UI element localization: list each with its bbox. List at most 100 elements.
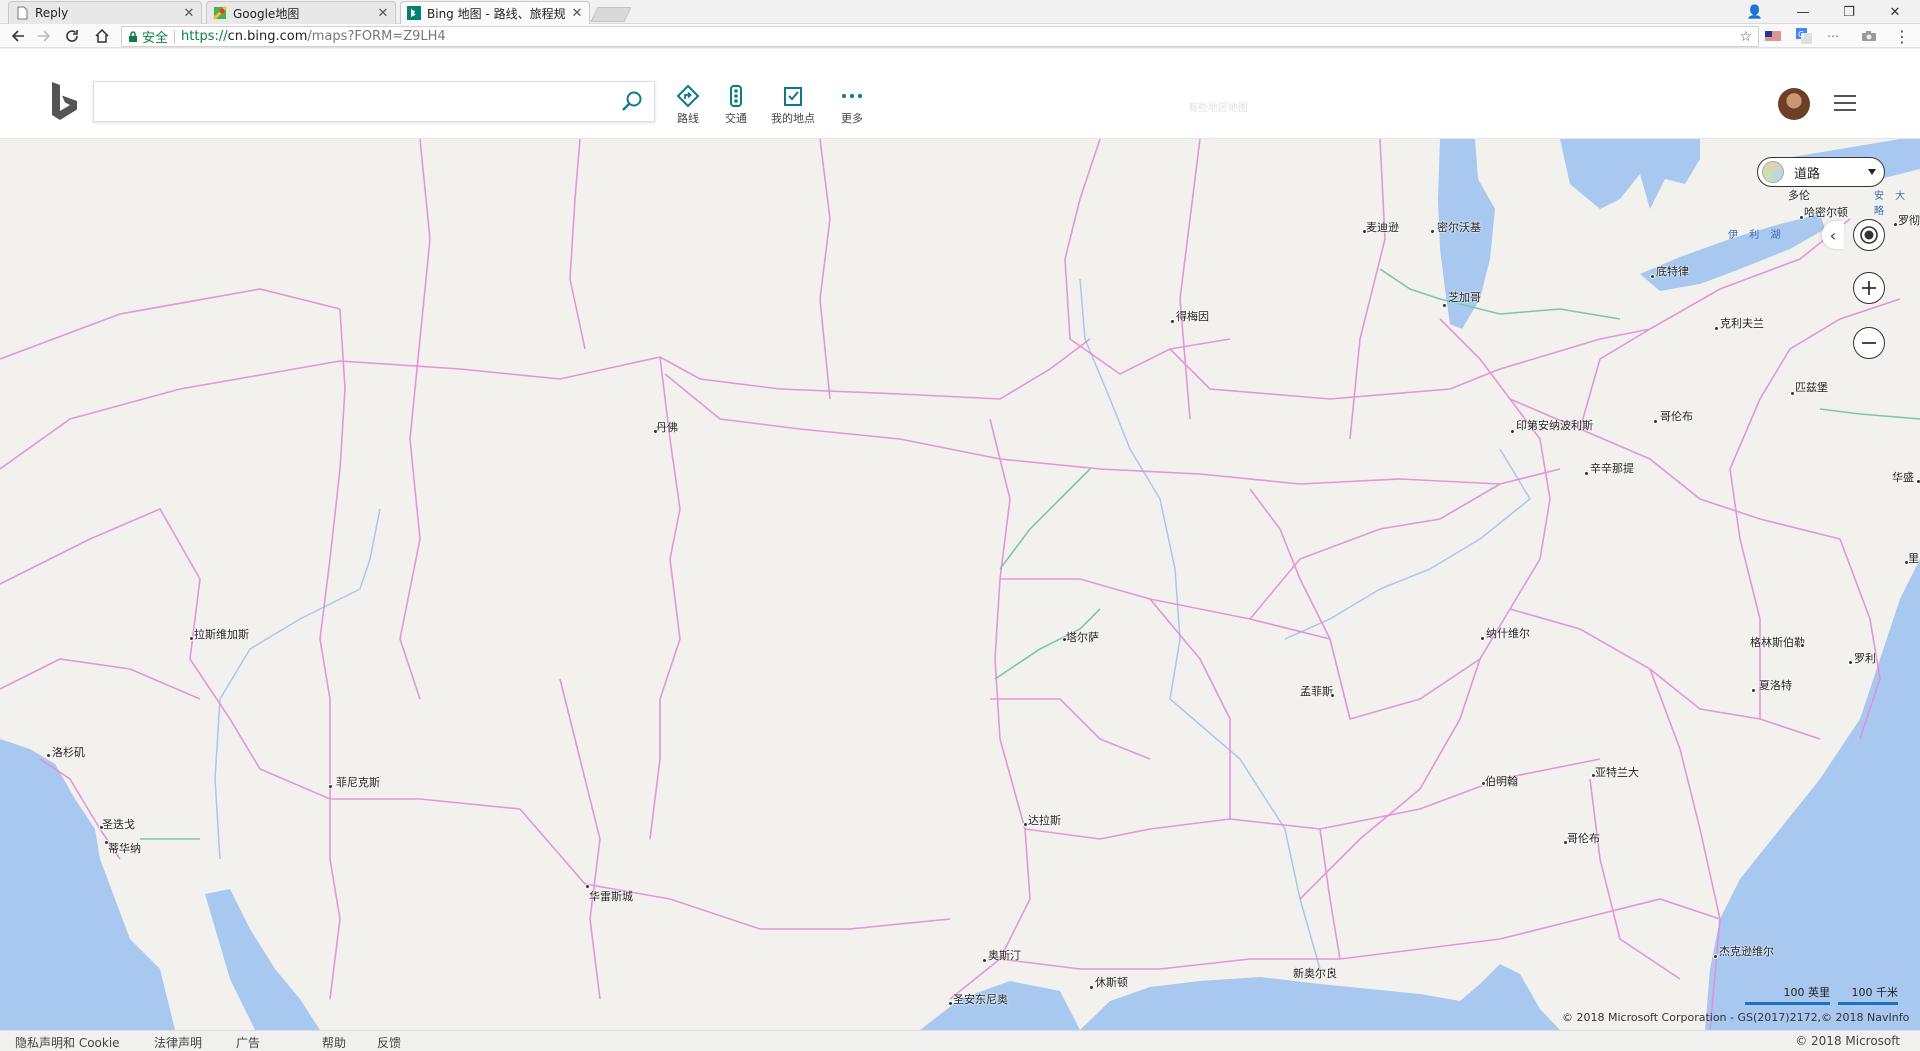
flag-extension-icon[interactable]	[1764, 27, 1782, 45]
city-label[interactable]: 罗利	[1848, 650, 1876, 666]
city-label[interactable]: 纳什维尔	[1480, 625, 1530, 641]
city-label[interactable]: 亚特兰大	[1591, 764, 1639, 780]
city-name: 罗利	[1854, 652, 1876, 665]
map-canvas[interactable]: 丹佛 拉斯维加斯 洛杉矶 圣迭戈 蒂华纳 菲尼克斯 华雷斯城 塔尔萨 达拉斯 奥…	[0, 139, 1920, 1030]
city-label[interactable]: 哈密尔顿	[1799, 204, 1848, 220]
feedback-link[interactable]: 反馈	[377, 1034, 401, 1051]
city-label[interactable]: 休斯顿	[1089, 974, 1128, 990]
city-name: 匹兹堡	[1795, 381, 1828, 394]
city-label[interactable]: 辛辛那提	[1584, 460, 1634, 476]
city-label[interactable]: 圣安东尼奥	[948, 991, 1008, 1007]
city-label[interactable]: 蒂华纳	[104, 840, 141, 856]
city-label[interactable]: 芝加哥	[1442, 289, 1481, 308]
hamburger-menu-icon[interactable]	[1834, 95, 1856, 111]
my-places-button[interactable]: 我的地点	[771, 85, 815, 126]
city-label[interactable]: 华盛	[1892, 469, 1920, 485]
city-label[interactable]: 密尔沃基	[1430, 219, 1481, 235]
bing-icon	[407, 6, 421, 20]
minimize-icon[interactable]: —	[1780, 0, 1826, 24]
city-label[interactable]: 菲尼克斯	[328, 774, 380, 790]
more-button[interactable]: 更多	[841, 85, 863, 126]
city-marker	[1714, 326, 1719, 331]
locate-me-button[interactable]	[1853, 219, 1885, 251]
close-window-icon[interactable]: ✕	[1872, 0, 1918, 24]
map-style-select[interactable]: 道路	[1757, 157, 1885, 187]
legal-link[interactable]: 法律声明	[154, 1034, 202, 1051]
city-marker	[1330, 693, 1335, 698]
city-label[interactable]: 底特律	[1650, 263, 1689, 279]
camera-icon[interactable]	[1860, 27, 1878, 45]
extension-dots-icon[interactable]: ⋯	[1824, 27, 1842, 45]
back-icon[interactable]	[6, 24, 30, 48]
search-box[interactable]	[93, 81, 655, 122]
tab-reply[interactable]: Reply ✕	[8, 1, 202, 24]
city-label[interactable]: 圣迭戈	[99, 816, 135, 832]
city-label[interactable]: 孟菲斯	[1300, 683, 1335, 699]
ads-link[interactable]: 广告	[236, 1034, 260, 1051]
city-label[interactable]: 塔尔萨	[1062, 629, 1099, 645]
tab-bing-maps[interactable]: Bing 地图 - 路线、旅程规 ✕	[400, 1, 590, 24]
profile-icon[interactable]: 👤	[1732, 0, 1778, 24]
city-label[interactable]: 夏洛特	[1751, 677, 1792, 693]
city-name: 圣迭戈	[102, 818, 135, 831]
map-copyright: © 2018 Microsoft Corporation - GS(2017)2…	[1562, 1011, 1910, 1024]
city-name: 辛辛那提	[1590, 462, 1634, 475]
city-label[interactable]: 克利夫兰	[1714, 315, 1764, 331]
translate-icon[interactable]: G	[1795, 27, 1813, 45]
city-label[interactable]: 哥伦布	[1563, 830, 1600, 846]
zoom-out-button[interactable]	[1853, 327, 1885, 359]
city-label[interactable]: 杰克逊维尔	[1713, 943, 1774, 959]
city-label[interactable]: 丹佛	[653, 419, 678, 435]
city-label[interactable]: 华雷斯城	[585, 884, 633, 904]
bing-logo-icon[interactable]	[50, 82, 80, 120]
city-label[interactable]: 哥伦布	[1653, 408, 1693, 424]
address-bar[interactable]: 安全 https://cn.bing.com/maps?FORM=Z9LH4 ☆	[121, 26, 1759, 47]
city-marker	[1713, 954, 1718, 959]
city-label[interactable]: 得梅因	[1170, 308, 1209, 324]
city-name: 休斯顿	[1095, 976, 1128, 989]
city-label[interactable]: 格林斯伯勒	[1750, 634, 1805, 650]
city-label[interactable]: 麦迪逊	[1362, 219, 1399, 235]
mississippi-river	[1079, 278, 1321, 970]
traffic-button[interactable]: 交通	[725, 85, 747, 126]
search-icon[interactable]	[620, 90, 644, 114]
tab-title: Google地图	[233, 6, 300, 21]
city-label[interactable]: 里	[1904, 550, 1919, 566]
city-name: 印第安纳波利斯	[1516, 419, 1593, 432]
browser-menu-icon[interactable]: ⋮	[1893, 27, 1911, 46]
home-icon[interactable]	[90, 24, 114, 48]
directions-button[interactable]: 路线	[677, 85, 699, 126]
city-name: 哈密尔顿	[1804, 206, 1848, 219]
reload-icon[interactable]	[60, 24, 84, 48]
search-input[interactable]	[104, 90, 604, 114]
new-tab-button[interactable]	[590, 7, 632, 22]
close-tab-icon[interactable]: ✕	[377, 6, 389, 21]
map-style-label: 道路	[1794, 166, 1821, 182]
city-label[interactable]: 拉斯维加斯	[189, 626, 249, 642]
document-icon	[17, 6, 28, 20]
zoom-in-button[interactable]	[1853, 272, 1885, 304]
city-label[interactable]: 多伦	[1788, 187, 1810, 203]
close-tab-icon[interactable]: ✕	[571, 6, 583, 21]
privacy-link[interactable]: 隐私声明和 Cookie	[15, 1034, 120, 1051]
city-label[interactable]: 新奥尔良	[1293, 965, 1337, 981]
forward-icon[interactable]	[32, 24, 56, 48]
city-name: 奥斯汀	[988, 949, 1021, 962]
city-name: 塔尔萨	[1066, 631, 1099, 644]
city-marker	[1480, 636, 1485, 641]
city-label[interactable]: 匹兹堡	[1790, 379, 1828, 396]
collapse-panel-button[interactable]: ‹	[1822, 221, 1844, 249]
restore-icon[interactable]: ❐	[1826, 0, 1872, 24]
city-label[interactable]: 印第安纳波利斯	[1510, 417, 1593, 434]
star-icon[interactable]: ☆	[1739, 29, 1752, 45]
city-label[interactable]: 奥斯汀	[982, 947, 1021, 963]
more-label: 更多	[841, 112, 863, 125]
close-tab-icon[interactable]: ✕	[183, 6, 195, 21]
help-link[interactable]: 帮助	[322, 1034, 346, 1051]
city-label[interactable]: 伯明翰	[1481, 773, 1518, 789]
tab-google-maps[interactable]: Google地图 ✕	[206, 1, 396, 24]
city-label[interactable]: 达拉斯	[1023, 812, 1061, 828]
avatar[interactable]	[1778, 88, 1810, 120]
city-label[interactable]: 洛杉矶	[46, 744, 85, 760]
city-name: 华雷斯城	[589, 890, 633, 903]
